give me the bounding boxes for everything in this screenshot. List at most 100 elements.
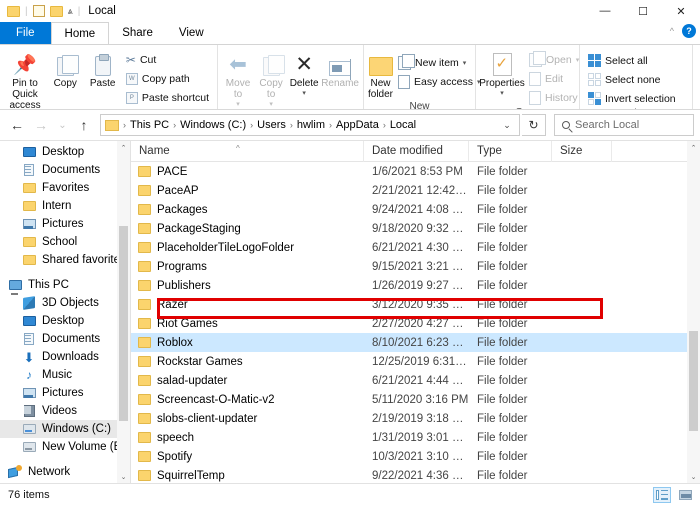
sidebar-item-desktop[interactable]: Desktop <box>0 143 130 161</box>
rename-button[interactable]: Rename <box>321 48 359 89</box>
table-row[interactable]: Screencast-O-Matic-v2 5/11/2020 3:16 PM … <box>131 390 700 409</box>
table-row[interactable]: Razer 3/12/2020 9:35 PM File folder <box>131 295 700 314</box>
table-row[interactable]: speech 1/31/2019 3:01 PM File folder <box>131 428 700 447</box>
copy-to-caret-icon[interactable]: ▾ <box>269 100 273 108</box>
refresh-button[interactable]: ↻ <box>522 114 546 136</box>
sidebar-item-school[interactable]: School <box>0 233 130 251</box>
table-row[interactable]: Spotify 10/3/2021 3:10 PM File folder <box>131 447 700 466</box>
copy-button[interactable]: Copy <box>47 48 83 89</box>
sidebar-item-network[interactable]: Network <box>0 463 130 481</box>
qat-new-folder-icon[interactable] <box>49 5 63 17</box>
forward-button[interactable]: → <box>30 114 52 136</box>
open-button[interactable]: Open ▾ <box>525 50 583 68</box>
delete-caret-icon[interactable]: ▾ <box>302 89 306 97</box>
properties-caret-icon[interactable]: ▾ <box>500 89 504 97</box>
table-row[interactable]: Rockstar Games 12/25/2019 6:31 PM File f… <box>131 352 700 371</box>
sidebar-scroll-down-icon[interactable]: ⌄ <box>117 470 130 483</box>
tab-share[interactable]: Share <box>109 22 166 44</box>
up-button[interactable]: ↑ <box>73 114 95 136</box>
table-row[interactable]: salad-updater 6/21/2021 4:44 PM File fol… <box>131 371 700 390</box>
paste-shortcut-button[interactable]: P Paste shortcut <box>122 89 213 106</box>
column-header-size[interactable]: Size <box>552 141 612 162</box>
select-none-button[interactable]: Select none <box>584 71 680 88</box>
sidebar-scroll-up-icon[interactable]: ⌃ <box>117 141 130 155</box>
sidebar-scrollbar[interactable]: ⌃ ⌄ <box>117 141 130 483</box>
column-header-date-modified[interactable]: Date modified <box>364 141 469 162</box>
breadcrumb-item-users[interactable]: Users <box>254 119 289 131</box>
table-row[interactable]: Packages 9/24/2021 4:08 PM File folder <box>131 200 700 219</box>
easy-access-button[interactable]: Easy access ▾ <box>394 73 484 90</box>
paste-button[interactable]: Paste <box>84 48 120 89</box>
breadcrumb-bar[interactable]: › This PC › Windows (C:) › Users › hwlim… <box>100 114 520 136</box>
file-list-scroll-thumb[interactable] <box>689 331 698 431</box>
sidebar-item-windows-c[interactable]: Windows (C:) <box>0 420 130 438</box>
tab-file[interactable]: File <box>0 22 51 44</box>
file-list-scroll-up-icon[interactable]: ⌃ <box>687 141 700 155</box>
edit-button[interactable]: Edit <box>525 70 583 87</box>
file-list-scroll-down-icon[interactable]: ⌄ <box>687 470 700 483</box>
minimize-button[interactable]: — <box>586 0 624 22</box>
collapse-ribbon-icon[interactable]: ^ <box>670 26 674 36</box>
sidebar-item-new-volume-e[interactable]: New Volume (E:) <box>0 438 130 456</box>
sidebar-item-pictures[interactable]: Pictures <box>0 215 130 233</box>
copy-path-button[interactable]: W Copy path <box>122 70 213 87</box>
sidebar-item-documents[interactable]: Documents <box>0 161 130 179</box>
new-folder-button[interactable]: New folder <box>368 48 393 100</box>
new-item-caret-icon[interactable]: ▾ <box>463 59 467 67</box>
table-row[interactable]: slobs-client-updater 2/19/2019 3:18 PM F… <box>131 409 700 428</box>
breadcrumb-dropdown-icon[interactable]: ⌄ <box>498 120 516 131</box>
breadcrumb-item-this-pc[interactable]: This PC <box>127 119 172 131</box>
file-list-scrollbar[interactable]: ⌃ ⌄ <box>687 141 700 483</box>
column-header-type[interactable]: Type <box>469 141 552 162</box>
delete-button[interactable]: ✕ Delete ▾ <box>288 48 320 98</box>
details-view-button[interactable] <box>653 486 671 503</box>
sidebar-item-pictures-pc[interactable]: Pictures <box>0 384 130 402</box>
column-header-name[interactable]: ^ Name <box>131 141 364 162</box>
table-row[interactable]: PackageStaging 9/18/2020 9:32 PM File fo… <box>131 219 700 238</box>
sidebar-item-music[interactable]: ♪ Music <box>0 366 130 384</box>
breadcrumb-item-hwlim[interactable]: hwlim <box>294 119 328 131</box>
close-button[interactable]: ✕ <box>662 0 700 22</box>
recent-locations-icon[interactable]: ⌄ <box>54 114 71 136</box>
copy-to-button[interactable]: Copy to ▾ <box>255 48 287 108</box>
cut-button[interactable]: ✂ Cut <box>122 51 213 68</box>
sidebar-scroll-thumb[interactable] <box>119 226 128 421</box>
sidebar-item-shared-favorites[interactable]: Shared favorites <box>0 251 130 269</box>
maximize-button[interactable]: ☐ <box>624 0 662 22</box>
sidebar-item-this-pc[interactable]: This PC <box>0 276 130 294</box>
breadcrumb-item-local[interactable]: Local <box>387 119 419 131</box>
sidebar-item-favorites[interactable]: Favorites <box>0 179 130 197</box>
sidebar-item-downloads[interactable]: ⬇ Downloads <box>0 348 130 366</box>
pin-to-quick-access-button[interactable]: 📌 Pin to Quick access <box>4 48 46 110</box>
invert-selection-button[interactable]: Invert selection <box>584 90 680 107</box>
table-row[interactable]: SquirrelTemp 9/22/2021 4:36 PM File fold… <box>131 466 700 483</box>
properties-button[interactable]: Properties ▾ <box>479 48 525 97</box>
sidebar-item-videos[interactable]: Videos <box>0 402 130 420</box>
qat-dropdown-icon[interactable]: ⩓ <box>68 6 73 17</box>
new-item-button[interactable]: New item ▾ <box>394 53 484 71</box>
table-row[interactable]: PlaceholderTileLogoFolder 6/21/2021 4:30… <box>131 238 700 257</box>
sidebar-item-intern[interactable]: Intern <box>0 197 130 215</box>
sidebar-item-documents-pc[interactable]: Documents <box>0 330 130 348</box>
table-row[interactable]: Publishers 1/26/2019 9:27 PM File folder <box>131 276 700 295</box>
search-input[interactable]: Search Local <box>575 119 639 131</box>
back-button[interactable]: ← <box>6 114 28 136</box>
sidebar-item-3d-objects[interactable]: 3D Objects <box>0 294 130 312</box>
table-row[interactable]: PACE 1/6/2021 8:53 PM File folder <box>131 162 700 181</box>
open-caret-icon[interactable]: ▾ <box>576 56 580 64</box>
help-icon[interactable]: ? <box>682 24 696 38</box>
search-box[interactable]: Search Local <box>554 114 694 136</box>
column-header-extra[interactable] <box>612 141 662 162</box>
move-to-caret-icon[interactable]: ▾ <box>236 100 240 108</box>
table-row[interactable]: Riot Games 2/27/2020 4:27 PM File folder <box>131 314 700 333</box>
history-button[interactable]: History <box>525 89 583 106</box>
tab-home[interactable]: Home <box>50 22 110 44</box>
move-to-button[interactable]: ⬅ Move to ▾ <box>222 48 254 109</box>
sidebar-item-desktop-pc[interactable]: Desktop <box>0 312 130 330</box>
breadcrumb-item-appdata[interactable]: AppData <box>333 119 382 131</box>
table-row-selected[interactable]: Roblox 8/10/2021 6:23 PM File folder <box>131 333 700 352</box>
breadcrumb-item-windows-c[interactable]: Windows (C:) <box>177 119 249 131</box>
table-row[interactable]: Programs 9/15/2021 3:21 PM File folder <box>131 257 700 276</box>
qat-folder-icon[interactable] <box>7 5 20 17</box>
qat-properties-icon[interactable] <box>32 5 45 17</box>
